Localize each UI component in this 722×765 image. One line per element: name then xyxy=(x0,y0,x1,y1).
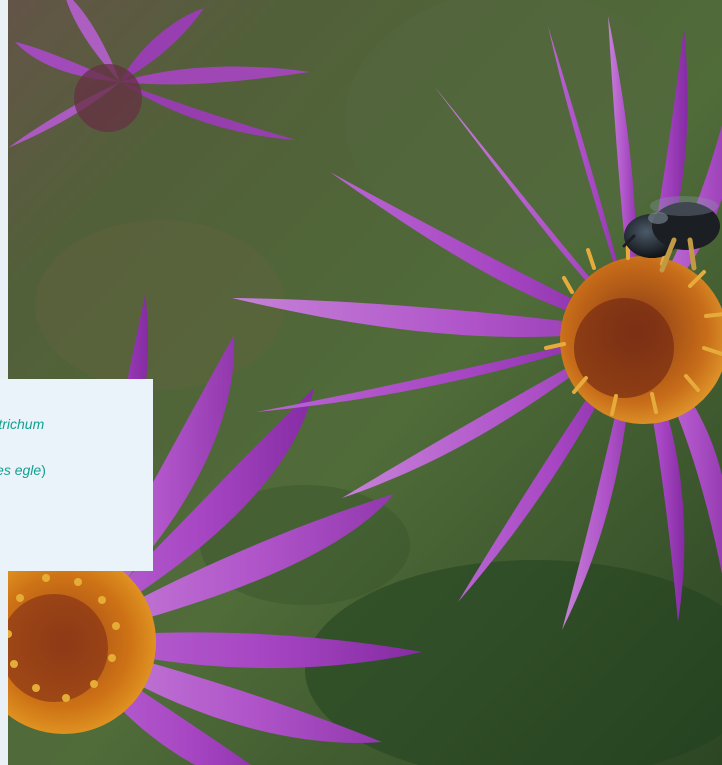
caption-text: Symphyotrichum Andrenides egle) xyxy=(0,401,150,493)
caption-close-paren: ) xyxy=(41,462,46,478)
caption-italic-1: Symphyotrichum xyxy=(0,416,45,432)
photo-scene: Symphyotrichum Andrenides egle) xyxy=(0,0,722,765)
caption-italic-2: Andrenides egle xyxy=(0,462,42,478)
caption-card: Symphyotrichum Andrenides egle) xyxy=(0,379,153,571)
